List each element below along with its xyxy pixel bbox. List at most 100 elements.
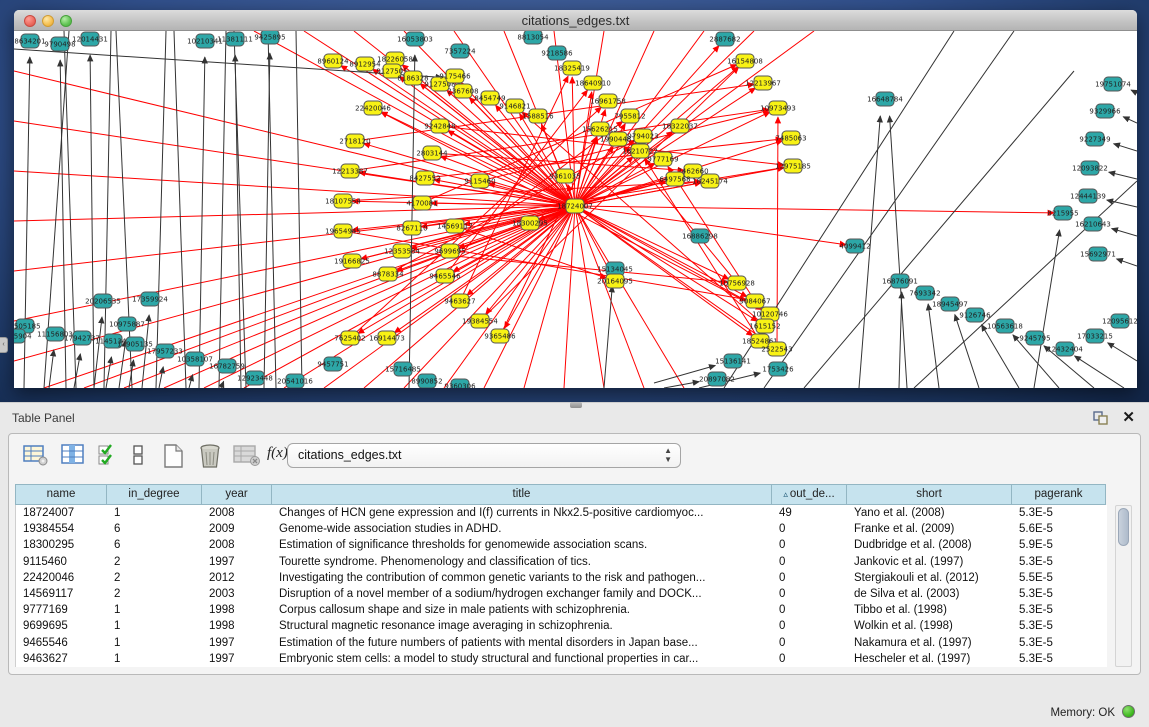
table-cell[interactable]: Changes of HCN gene expression and I(f) … bbox=[272, 505, 772, 521]
graph-edge[interactable] bbox=[890, 116, 907, 388]
table-cell[interactable]: de Silva et al. (2003) bbox=[847, 586, 1012, 602]
table-cell[interactable]: 9465546 bbox=[16, 635, 107, 651]
table-cell[interactable]: 0 bbox=[772, 521, 847, 537]
table-cell[interactable]: Estimation of significance thresholds fo… bbox=[272, 537, 772, 553]
network-canvas[interactable]: 1605380373572248813054921858628876828634… bbox=[14, 31, 1137, 388]
table-cell[interactable]: 5.9E-5 bbox=[1012, 537, 1107, 553]
table-cell[interactable]: Jankovic et al. (1997) bbox=[847, 554, 1012, 570]
table-cell[interactable]: Nakamura et al. (1997) bbox=[847, 635, 1012, 651]
table-cell[interactable]: 2 bbox=[107, 586, 202, 602]
table-cell[interactable]: 5.3E-5 bbox=[1012, 586, 1107, 602]
select-rows-checklist-icon[interactable] bbox=[97, 443, 119, 467]
table-row[interactable]: 969969511998Structural magnetic resonanc… bbox=[16, 618, 1105, 634]
table-cell[interactable]: Yano et al. (2008) bbox=[847, 505, 1012, 521]
graph-edge[interactable] bbox=[664, 382, 699, 388]
table-row[interactable]: 1872400712008Changes of HCN gene express… bbox=[16, 505, 1105, 521]
table-row[interactable]: 946362711997Embryonic stem cells: a mode… bbox=[16, 651, 1105, 667]
column-header-out_de[interactable]: ▵out_de... bbox=[771, 484, 846, 505]
graph-edge[interactable] bbox=[1112, 229, 1137, 236]
graph-edge[interactable] bbox=[159, 367, 163, 388]
graph-edge[interactable] bbox=[156, 31, 166, 388]
graph-edge[interactable] bbox=[1131, 90, 1137, 93]
network-window[interactable]: citations_edges.txt 16053803735722488130… bbox=[14, 10, 1137, 388]
network-table-select[interactable]: citations_edges.txt ▲▼ bbox=[287, 443, 681, 468]
network-canvas-container[interactable]: 1605380373572248813054921858628876828634… bbox=[14, 31, 1137, 388]
table-cell[interactable]: 18300295 bbox=[16, 537, 107, 553]
graph-edge[interactable] bbox=[928, 304, 939, 388]
table-cell[interactable]: 1998 bbox=[202, 602, 272, 618]
table-cell[interactable]: 2012 bbox=[202, 570, 272, 586]
table-cell[interactable]: Disruption of a novel member of a sodium… bbox=[272, 586, 772, 602]
table-row[interactable]: 1938455462009Genome-wide association stu… bbox=[16, 521, 1105, 537]
graph-edge[interactable] bbox=[575, 206, 684, 388]
graph-edge[interactable] bbox=[1107, 200, 1137, 207]
table-cell[interactable]: 6 bbox=[107, 521, 202, 537]
table-cell[interactable]: 5.5E-5 bbox=[1012, 570, 1107, 586]
graph-edge[interactable] bbox=[1114, 144, 1137, 151]
table-cell[interactable]: Corpus callosum shape and size in male p… bbox=[272, 602, 772, 618]
table-cell[interactable]: 14569117 bbox=[16, 586, 107, 602]
table-cell[interactable]: Estimation of the future numbers of pati… bbox=[272, 635, 772, 651]
split-pane-grip[interactable] bbox=[570, 402, 582, 408]
table-cell[interactable]: 2009 bbox=[202, 521, 272, 537]
table-cell[interactable]: Tibbo et al. (1998) bbox=[847, 602, 1012, 618]
panel-collapse-handle[interactable]: ‹ bbox=[0, 337, 8, 353]
table-cell[interactable]: 0 bbox=[772, 537, 847, 553]
graph-edge[interactable] bbox=[14, 171, 575, 206]
table-cell[interactable]: Franke et al. (2009) bbox=[847, 521, 1012, 537]
new-column-file-icon[interactable] bbox=[161, 443, 185, 469]
table-cell[interactable]: 0 bbox=[772, 586, 847, 602]
table-cell[interactable]: 5.3E-5 bbox=[1012, 554, 1107, 570]
table-vertical-scrollbar[interactable] bbox=[1115, 505, 1132, 667]
table-cell[interactable]: Wolkin et al. (1998) bbox=[847, 618, 1012, 634]
graph-edge[interactable] bbox=[94, 317, 102, 388]
delete-column-trash-icon[interactable] bbox=[197, 443, 223, 469]
graph-edge[interactable] bbox=[199, 57, 205, 388]
graph-edge[interactable] bbox=[219, 31, 226, 388]
table-cell[interactable]: 0 bbox=[772, 570, 847, 586]
graph-edge[interactable] bbox=[381, 112, 575, 206]
graph-edge[interactable] bbox=[1108, 343, 1137, 361]
graph-edge[interactable] bbox=[1117, 259, 1137, 266]
table-cell[interactable]: 0 bbox=[772, 618, 847, 634]
table-cell[interactable]: 19384554 bbox=[16, 521, 107, 537]
graph-edge[interactable] bbox=[982, 325, 1019, 388]
table-cell[interactable]: 5.6E-5 bbox=[1012, 521, 1107, 537]
graph-edge[interactable] bbox=[484, 206, 575, 388]
table-cell[interactable]: 22420046 bbox=[16, 570, 107, 586]
column-header-short[interactable]: short bbox=[846, 484, 1011, 505]
column-header-name[interactable]: name bbox=[15, 484, 106, 505]
graph-edge[interactable] bbox=[899, 292, 902, 388]
table-cell[interactable]: Dudbridge et al. (2008) bbox=[847, 537, 1012, 553]
select-columns-icon[interactable] bbox=[61, 443, 85, 467]
function-builder-icon[interactable]: f(x) bbox=[267, 445, 288, 462]
table-cell[interactable]: 1997 bbox=[202, 651, 272, 667]
network-window-titlebar[interactable]: citations_edges.txt bbox=[14, 10, 1137, 31]
table-cell[interactable]: 0 bbox=[772, 651, 847, 667]
table-cell[interactable]: Investigating the contribution of common… bbox=[272, 570, 772, 586]
table-cell[interactable]: 1997 bbox=[202, 635, 272, 651]
table-row[interactable]: 1456911722003Disruption of a novel membe… bbox=[16, 586, 1105, 602]
table-cell[interactable]: Stergiakouli et al. (2012) bbox=[847, 570, 1012, 586]
column-header-in_degree[interactable]: in_degree bbox=[106, 484, 201, 505]
table-cell[interactable]: Genome-wide association studies in ADHD. bbox=[272, 521, 772, 537]
table-cell[interactable]: 9463627 bbox=[16, 651, 107, 667]
column-header-pagerank[interactable]: pagerank bbox=[1011, 484, 1106, 505]
table-cell[interactable]: 1998 bbox=[202, 618, 272, 634]
table-cell[interactable]: 9777169 bbox=[16, 602, 107, 618]
table-cell[interactable]: Tourette syndrome. Phenomenology and cla… bbox=[272, 554, 772, 570]
table-cell[interactable]: 0 bbox=[772, 602, 847, 618]
graph-edge[interactable] bbox=[296, 31, 302, 388]
table-cell[interactable]: 49 bbox=[772, 505, 847, 521]
graph-edge[interactable] bbox=[221, 381, 224, 388]
float-panel-icon[interactable] bbox=[1093, 411, 1109, 425]
graph-edge[interactable] bbox=[1123, 117, 1137, 123]
table-cell[interactable]: 2008 bbox=[202, 505, 272, 521]
table-row[interactable]: 2242004622012Investigating the contribut… bbox=[16, 570, 1105, 586]
table-cell[interactable]: 1997 bbox=[202, 554, 272, 570]
table-cell[interactable]: 2003 bbox=[202, 586, 272, 602]
table-row[interactable]: 911546021997Tourette syndrome. Phenomeno… bbox=[16, 554, 1105, 570]
graph-edge[interactable] bbox=[44, 206, 575, 388]
graph-edge[interactable] bbox=[575, 206, 757, 321]
close-panel-icon[interactable]: ✕ bbox=[1122, 408, 1135, 426]
